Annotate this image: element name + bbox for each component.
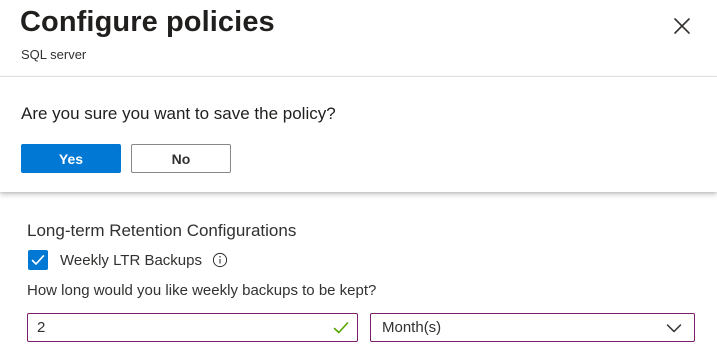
no-button[interactable]: No bbox=[131, 144, 231, 173]
ltr-section-title: Long-term Retention Configurations bbox=[27, 221, 297, 240]
retention-unit-value: Month(s) bbox=[382, 319, 442, 336]
valid-checkmark-icon bbox=[333, 322, 349, 334]
checkmark-icon bbox=[31, 254, 45, 265]
page-subtitle: SQL server bbox=[21, 47, 87, 62]
chevron-down-icon bbox=[666, 324, 682, 333]
weekly-ltr-label: Weekly LTR Backups bbox=[60, 251, 202, 269]
info-icon[interactable] bbox=[212, 252, 228, 268]
weekly-retention-input[interactable] bbox=[28, 314, 327, 341]
configure-policies-panel: Configure policies SQL server Are you su… bbox=[0, 0, 717, 361]
panel-header: Configure policies SQL server bbox=[0, 0, 717, 76]
page-title: Configure policies bbox=[20, 6, 275, 38]
retention-unit-dropdown[interactable]: Month(s) bbox=[370, 313, 695, 342]
weekly-ltr-checkbox[interactable] bbox=[28, 250, 48, 270]
close-button[interactable] bbox=[668, 12, 696, 40]
retention-question: How long would you like weekly backups t… bbox=[27, 282, 377, 299]
confirmation-message: Are you sure you want to save the policy… bbox=[21, 104, 336, 123]
close-icon bbox=[674, 18, 690, 34]
save-confirmation-bar: Are you sure you want to save the policy… bbox=[0, 76, 717, 192]
yes-button[interactable]: Yes bbox=[21, 144, 121, 173]
weekly-retention-field bbox=[27, 313, 358, 342]
weekly-ltr-row: Weekly LTR Backups bbox=[28, 249, 228, 271]
